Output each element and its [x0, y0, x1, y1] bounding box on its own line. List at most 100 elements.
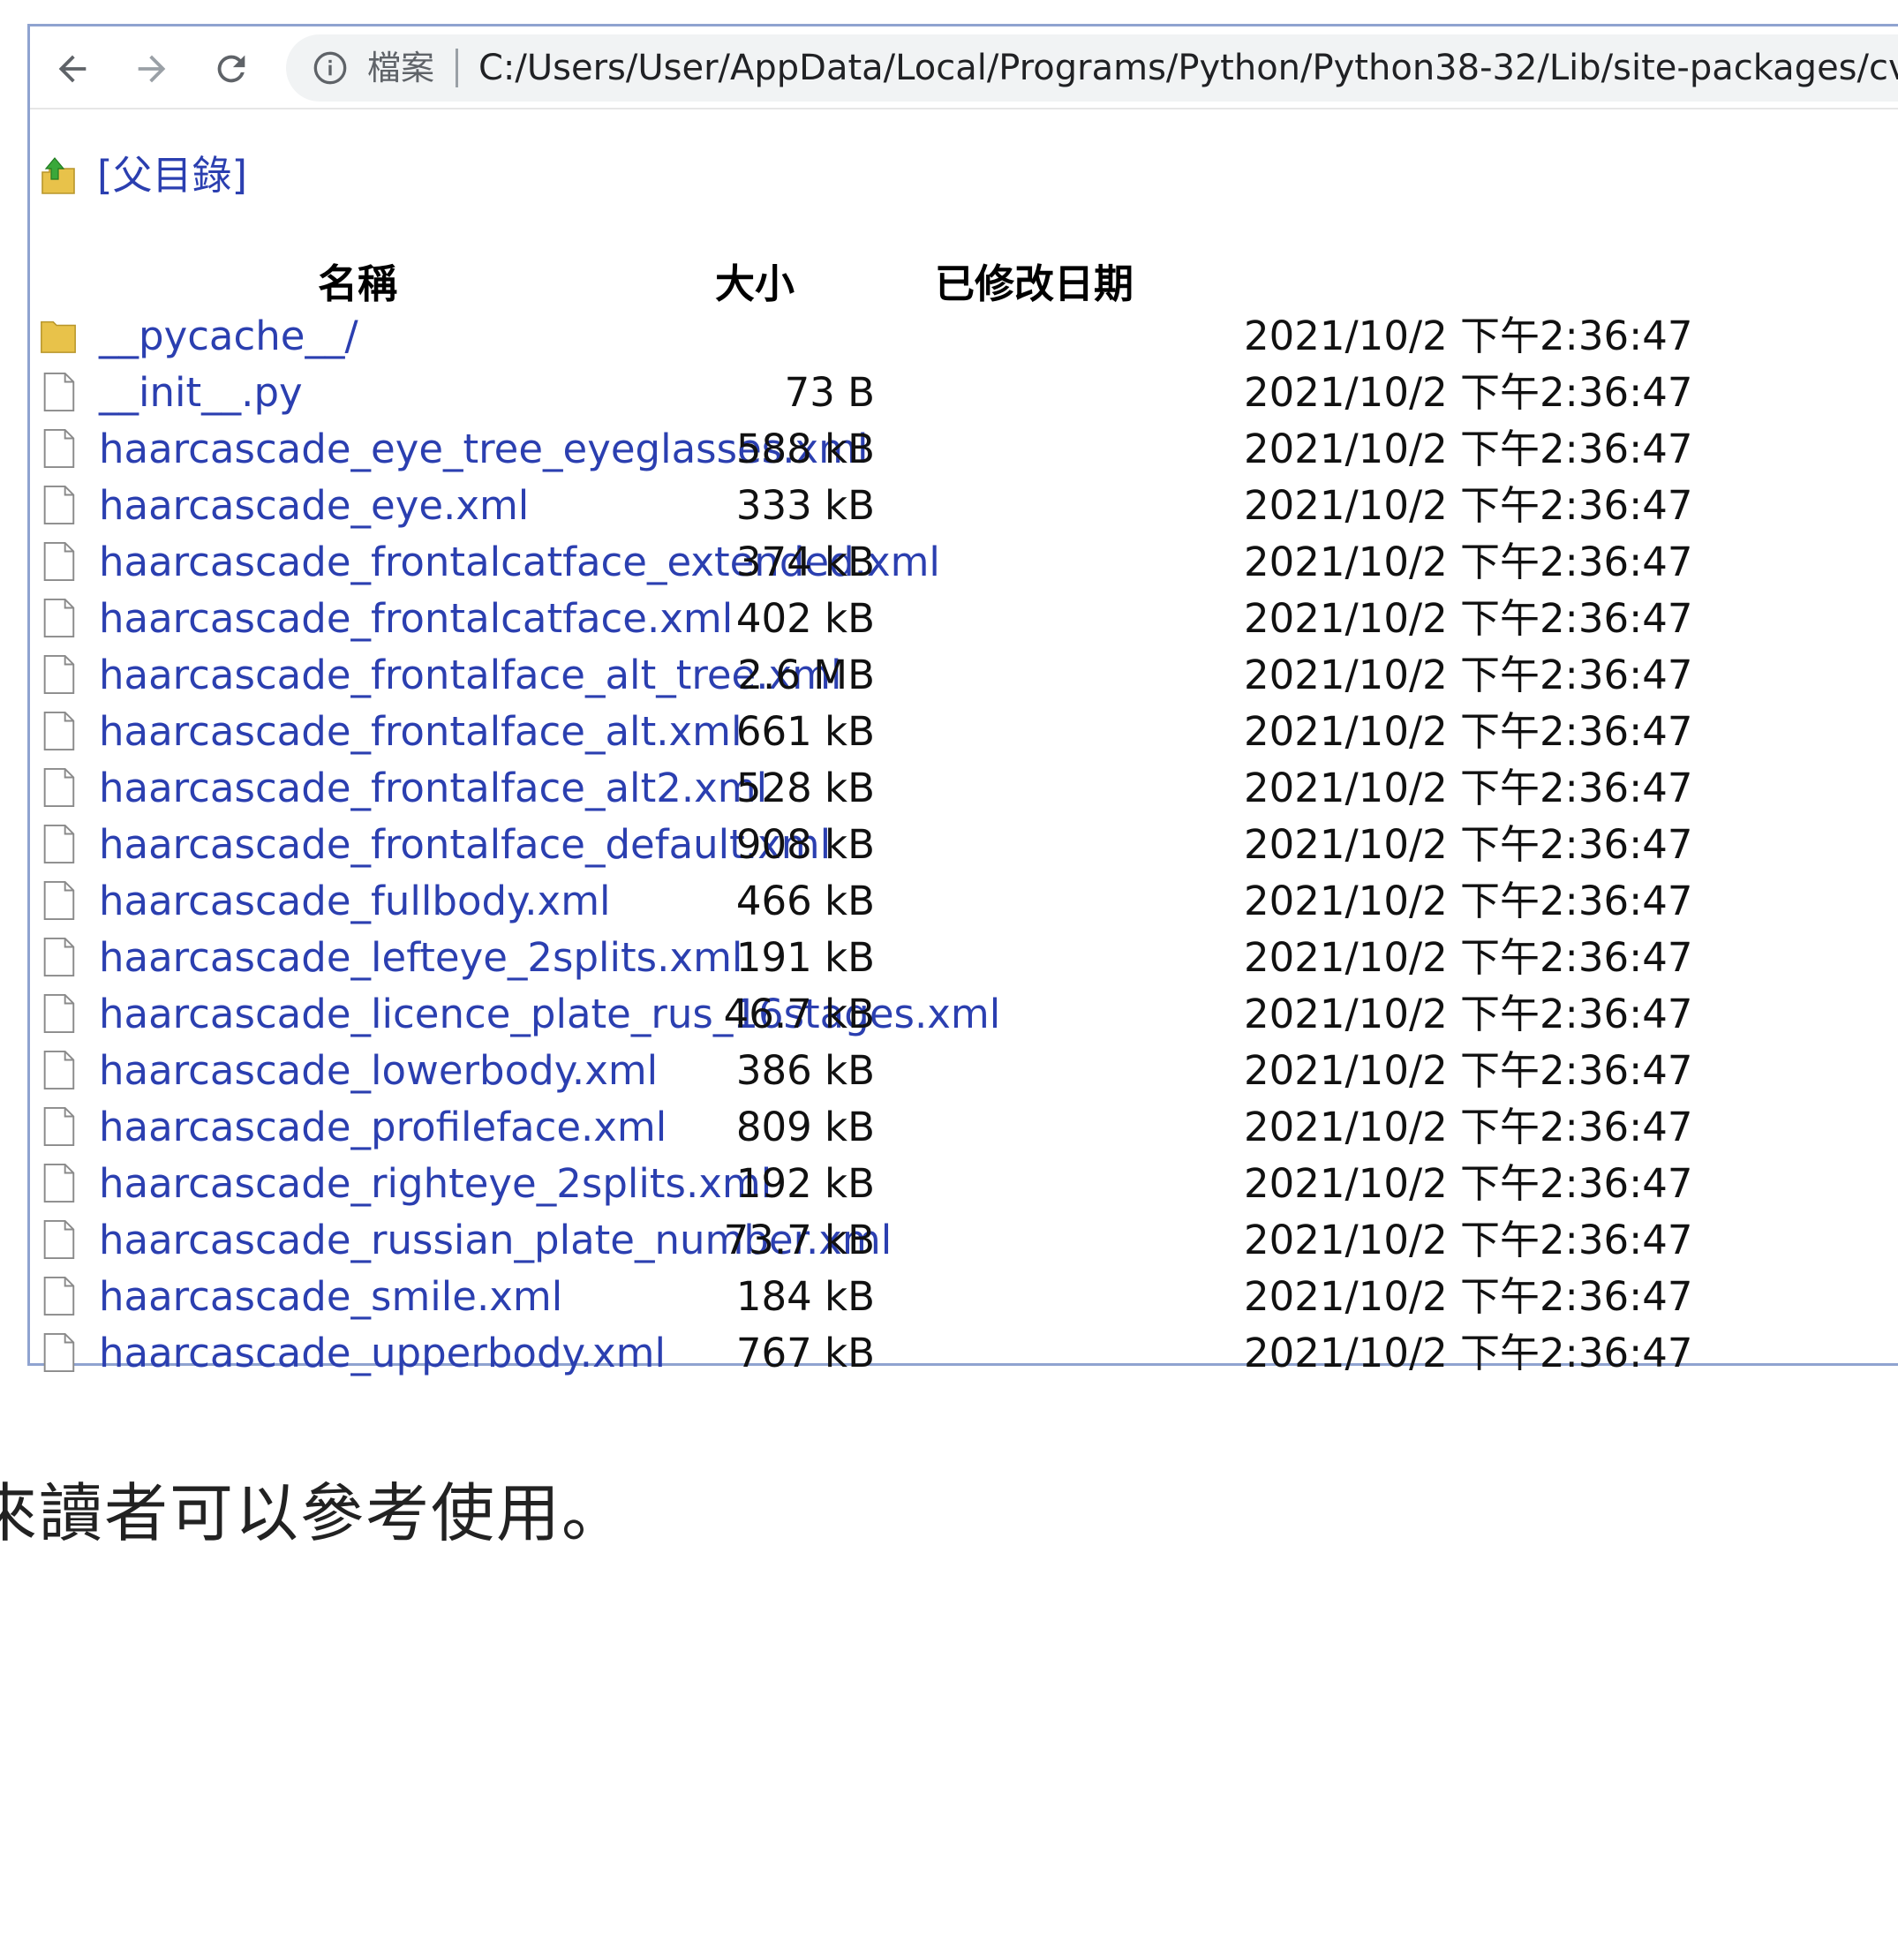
caption-text: 來讀者可以參考使用。: [0, 1476, 628, 1550]
file-icon: [43, 654, 75, 695]
file-size: 73.7 kB: [723, 1217, 875, 1263]
url-text[interactable]: C:/Users/User/AppData/Local/Programs/Pyt…: [478, 45, 1898, 91]
file-name-link[interactable]: __pycache__/: [99, 312, 358, 361]
file-icon: [43, 711, 75, 751]
file-name-link[interactable]: haarcascade_upperbody.xml: [99, 1329, 666, 1378]
back-button[interactable]: [46, 42, 99, 95]
file-icon: [43, 428, 75, 469]
forward-button[interactable]: [125, 42, 178, 95]
table-row: haarcascade_fullbody.xml 466 kB 2021/10/2 …: [30, 877, 1898, 933]
header-name[interactable]: 名稱: [318, 252, 397, 309]
file-icon: [43, 937, 75, 977]
file-name-link[interactable]: haarcascade_frontalcatface.xml: [99, 594, 733, 644]
header-size[interactable]: 大小: [715, 252, 795, 309]
file-modified-date: 2021/10/2 下午2:36:47: [1244, 708, 1693, 755]
reload-button[interactable]: [205, 42, 258, 95]
file-icon: [43, 880, 75, 921]
folder-icon: [41, 320, 76, 353]
table-row: haarcascade_frontalcatface.xml 402 kB 2021…: [30, 594, 1898, 651]
parent-directory-link[interactable]: [父目錄]: [97, 149, 247, 202]
table-row: haarcascade_frontalcatface_extended.xml 3…: [30, 538, 1898, 594]
file-name-link[interactable]: __init__.py: [99, 368, 303, 418]
file-name-link[interactable]: haarcascade_smile.xml: [99, 1272, 562, 1322]
file-icon: [43, 541, 75, 582]
file-modified-date: 2021/10/2 下午2:36:47: [1244, 426, 1693, 472]
reload-icon: [217, 55, 245, 83]
table-row: haarcascade_righteye_2splits.xml 192 kB 20…: [30, 1159, 1898, 1216]
file-icon: [43, 1106, 75, 1147]
arrow-right-icon: [138, 55, 166, 83]
file-icon: [43, 1276, 75, 1316]
address-bar[interactable]: 檔案 C:/Users/User/AppData/Local/Programs/…: [286, 34, 1898, 102]
file-icon: [43, 993, 75, 1034]
file-modified-date: 2021/10/2 下午2:36:47: [1244, 539, 1693, 585]
info-icon[interactable]: [313, 50, 348, 86]
table-row: haarcascade_frontalface_alt_tree.xml 2.6 …: [30, 651, 1898, 707]
file-modified-date: 2021/10/2 下午2:36:47: [1244, 652, 1693, 698]
file-size: 767 kB: [735, 1330, 875, 1376]
table-row: haarcascade_frontalface_default.xml 908 k…: [30, 820, 1898, 877]
file-icon: [43, 824, 75, 864]
file-size: 374 kB: [735, 539, 875, 585]
table-row: haarcascade_eye_tree_eyeglasses.xml 588 k…: [30, 425, 1898, 481]
table-row: haarcascade_lowerbody.xml 386 kB 2021/10/2…: [30, 1046, 1898, 1103]
browser-window: 檔案 C:/Users/User/AppData/Local/Programs/…: [27, 24, 1898, 1376]
file-name-link[interactable]: haarcascade_frontalface_alt.xml: [99, 707, 742, 757]
file-modified-date: 2021/10/2 下午2:36:47: [1244, 313, 1693, 359]
file-modified-date: 2021/10/2 下午2:36:47: [1244, 878, 1693, 924]
scheme-label: 檔案: [367, 49, 435, 87]
file-modified-date: 2021/10/2 下午2:36:47: [1244, 1160, 1693, 1207]
file-name-link[interactable]: haarcascade_fullbody.xml: [99, 877, 611, 926]
file-size: 333 kB: [735, 482, 875, 529]
file-icon: [43, 1163, 75, 1203]
file-icon: [43, 598, 75, 638]
file-modified-date: 2021/10/2 下午2:36:47: [1244, 482, 1693, 529]
file-name-link[interactable]: haarcascade_frontalface_default.xml: [99, 820, 831, 870]
file-modified-date: 2021/10/2 下午2:36:47: [1244, 1104, 1693, 1150]
file-size: 73 B: [784, 369, 875, 416]
file-size: 528 kB: [735, 765, 875, 811]
file-name-link[interactable]: haarcascade_frontalface_alt2.xml: [99, 764, 767, 813]
file-size: 809 kB: [735, 1104, 875, 1150]
file-name-link[interactable]: haarcascade_frontalface_alt_tree.xml: [99, 651, 842, 700]
file-size: 908 kB: [735, 821, 875, 868]
file-modified-date: 2021/10/2 下午2:36:47: [1244, 1217, 1693, 1263]
file-list: __pycache__/ 2021/10/2 下午2:36:47 __init__.…: [30, 312, 1898, 1385]
file-modified-date: 2021/10/2 下午2:36:47: [1244, 1273, 1693, 1320]
file-size: 466 kB: [735, 878, 875, 924]
file-name-link[interactable]: haarcascade_lefteye_2splits.xml: [99, 933, 742, 983]
file-modified-date: 2021/10/2 下午2:36:47: [1244, 934, 1693, 981]
table-row: haarcascade_upperbody.xml 767 kB 2021/10/2…: [30, 1329, 1898, 1385]
table-row: haarcascade_licence_plate_rus_16stages.x…: [30, 990, 1898, 1046]
file-size: 661 kB: [735, 708, 875, 755]
table-row: haarcascade_smile.xml 184 kB 2021/10/2 下午2…: [30, 1272, 1898, 1329]
table-row: haarcascade_profileface.xml 809 kB 2021/10…: [30, 1103, 1898, 1159]
file-icon: [43, 767, 75, 808]
table-row: haarcascade_russian_plate_number.xml 73.7…: [30, 1216, 1898, 1272]
arrow-left-icon: [58, 55, 87, 83]
file-name-link[interactable]: haarcascade_righteye_2splits.xml: [99, 1159, 772, 1209]
file-size: 588 kB: [735, 426, 875, 472]
header-modified[interactable]: 已修改日期: [935, 252, 1134, 309]
file-modified-date: 2021/10/2 下午2:36:47: [1244, 765, 1693, 811]
table-row: haarcascade_eye.xml 333 kB 2021/10/2 下午2:3…: [30, 481, 1898, 538]
parent-folder-icon: [41, 157, 75, 194]
file-size: 192 kB: [735, 1160, 875, 1207]
directory-listing: [父目錄] 名稱 大小 已修改日期 __pycache__/ 2021/10/2 …: [30, 110, 1898, 1376]
omnibox-separator: [456, 49, 458, 87]
file-icon: [43, 1219, 75, 1260]
file-size: 191 kB: [735, 934, 875, 981]
file-name-link[interactable]: haarcascade_profileface.xml: [99, 1103, 667, 1152]
file-size: 386 kB: [735, 1047, 875, 1094]
file-name-link[interactable]: haarcascade_lowerbody.xml: [99, 1046, 658, 1096]
browser-toolbar: 檔案 C:/Users/User/AppData/Local/Programs/…: [30, 26, 1898, 109]
file-name-link[interactable]: haarcascade_eye.xml: [99, 481, 529, 531]
file-icon: [43, 485, 75, 525]
file-icon: [43, 372, 75, 412]
file-modified-date: 2021/10/2 下午2:36:47: [1244, 991, 1693, 1037]
table-row: haarcascade_frontalface_alt.xml 661 kB 202…: [30, 707, 1898, 764]
file-modified-date: 2021/10/2 下午2:36:47: [1244, 1047, 1693, 1094]
table-row: haarcascade_frontalface_alt2.xml 528 kB 20…: [30, 764, 1898, 820]
file-modified-date: 2021/10/2 下午2:36:47: [1244, 821, 1693, 868]
file-modified-date: 2021/10/2 下午2:36:47: [1244, 369, 1693, 416]
